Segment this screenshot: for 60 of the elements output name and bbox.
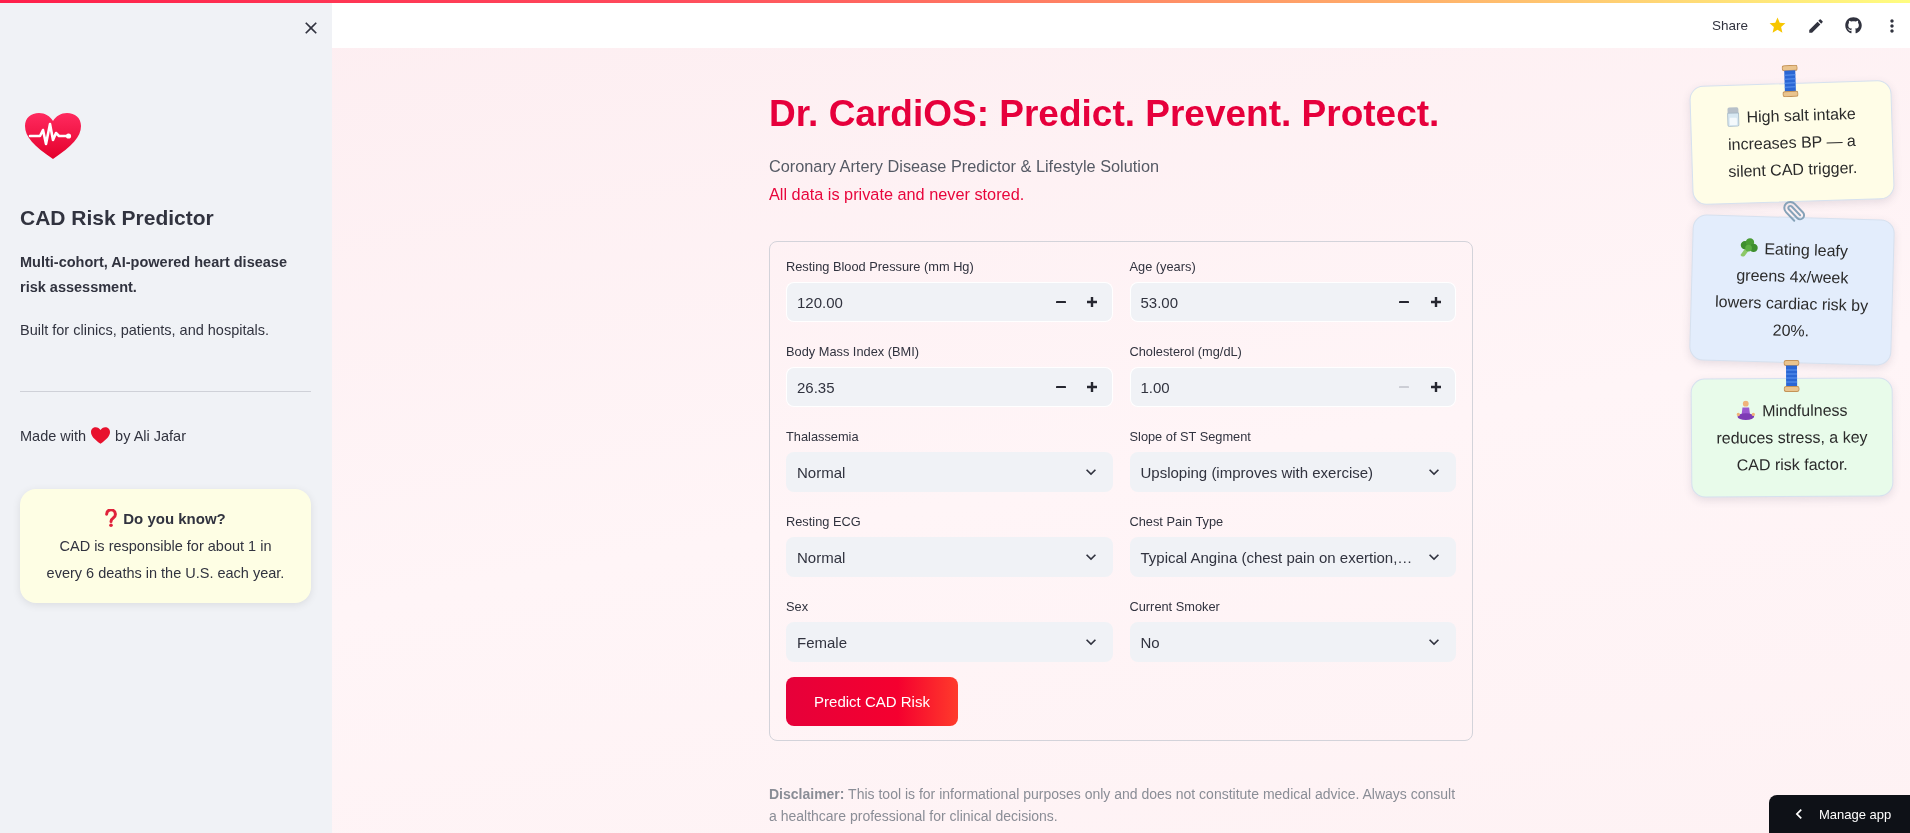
plus-icon — [1430, 297, 1441, 307]
field-label: Slope of ST Segment — [1129, 428, 1252, 446]
heart-pulse-icon — [24, 112, 82, 160]
select-dropdown[interactable]: Normal — [786, 452, 1113, 492]
predict-button[interactable]: Predict CAD Risk — [786, 677, 958, 726]
field-label: Thalassemia — [786, 428, 860, 446]
meditating-figure-icon — [1736, 400, 1757, 421]
note-text: Mindfulness reduces stress, a key CAD risk factor. — [1715, 399, 1869, 476]
share-button[interactable]: Share — [1711, 18, 1748, 33]
select-dropdown[interactable]: Normal — [786, 537, 1113, 577]
privacy-note: All data is private and never stored. — [769, 184, 1026, 205]
thread-spool-icon — [1783, 359, 1800, 393]
number-input[interactable]: 53.00 — [1129, 282, 1388, 322]
increment-button[interactable] — [1420, 282, 1456, 322]
broccoli-icon — [1738, 237, 1759, 259]
pencil-icon[interactable] — [1807, 16, 1825, 35]
field-label: Resting Blood Pressure (mm Hg) — [786, 258, 975, 276]
increment-button[interactable] — [1076, 367, 1113, 407]
question-mark-icon — [105, 509, 118, 527]
sidebar-tagline: Multi-cohort, AI-powered heart disease risk assessment. — [20, 253, 288, 297]
note-text: Eating leafy greens 4x/week lowers cardiac risk by 20%. — [1711, 233, 1873, 347]
heart-icon — [91, 427, 111, 444]
field-label: Current Smoker — [1129, 598, 1221, 616]
note-text: High salt intake increases BP — a silent CAD trigger. — [1725, 104, 1859, 182]
field-label: Chest Pain Type — [1129, 513, 1225, 531]
number-input[interactable]: 1.00 — [1129, 367, 1388, 407]
minus-icon — [1399, 300, 1409, 304]
page-title: Dr. CardiOS: Predict. Prevent. Protect. — [769, 92, 1441, 136]
star-icon[interactable] — [1768, 16, 1787, 35]
salt-shaker-icon — [1726, 106, 1741, 128]
select-dropdown[interactable]: Upsloping (improves with exercise) — [1129, 452, 1456, 492]
thread-spool-icon — [1781, 64, 1799, 98]
field-label: Body Mass Index (BMI) — [786, 343, 920, 361]
plus-icon — [1087, 297, 1097, 307]
minus-icon — [1055, 385, 1066, 389]
plus-icon — [1430, 382, 1441, 392]
field-label: Age (years) — [1129, 258, 1197, 276]
disclaimer-text: Disclaimer: This tool is for informational purposes only and does not constitute medical advice. Always consult a healthcare professional for clinical decisions. — [769, 785, 1457, 826]
select-dropdown[interactable]: Female — [786, 622, 1113, 662]
minus-icon — [1055, 300, 1066, 304]
fact-text: CAD is responsible for about 1 in every 6 deaths in the U.S. each year. — [45, 537, 286, 583]
select-dropdown[interactable]: Typical Angina (chest pain on exertion,… — [1129, 537, 1456, 577]
credit-text: Made with by Ali Jafar — [20, 426, 187, 446]
select-dropdown[interactable]: No — [1129, 622, 1456, 662]
page-subtitle: Coronary Artery Disease Predictor & Lifestyle Solution — [769, 156, 1161, 177]
paperclip-icon — [1781, 198, 1807, 224]
number-input[interactable]: 26.35 — [786, 367, 1045, 407]
manage-app-button[interactable]: Manage app — [1769, 795, 1910, 833]
increment-button[interactable] — [1076, 282, 1113, 322]
field-label: Cholesterol (mg/dL) — [1129, 343, 1243, 361]
field-label: Sex — [786, 598, 810, 616]
minus-icon — [1399, 385, 1409, 389]
sidebar-description: Built for clinics, patients, and hospitals. — [20, 321, 271, 340]
plus-icon — [1087, 382, 1097, 392]
number-input[interactable]: 120.00 — [786, 282, 1045, 322]
increment-button[interactable] — [1420, 367, 1456, 407]
fact-heading: Do you know? — [44, 506, 287, 531]
sidebar-title: CAD Risk Predictor — [20, 205, 215, 231]
field-label: Resting ECG — [786, 513, 862, 531]
github-icon[interactable] — [1845, 17, 1862, 34]
